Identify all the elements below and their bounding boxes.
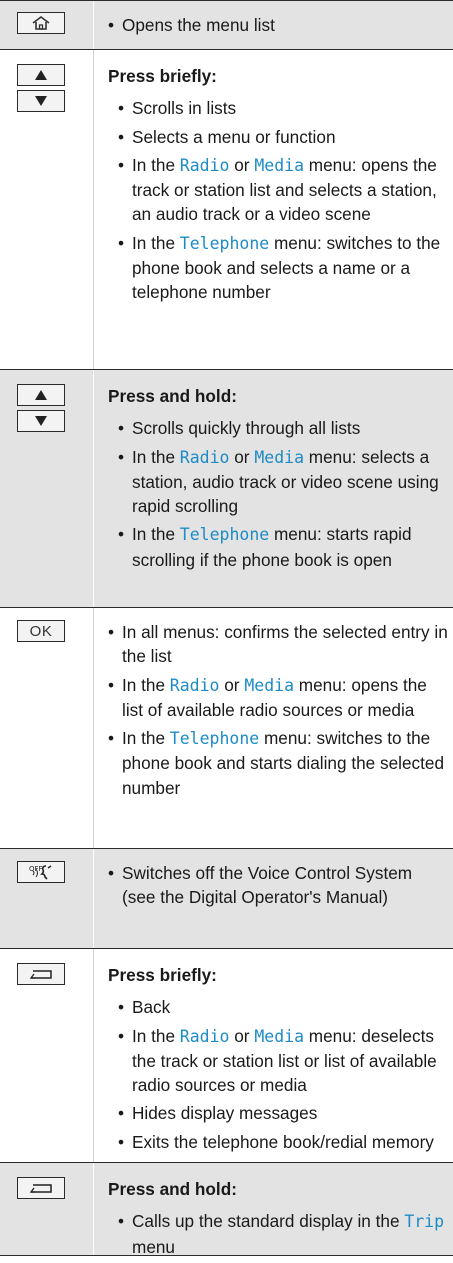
bullet-list: Scrolls in lists Selects a menu or funct… bbox=[108, 96, 448, 304]
menu-name-trip: Trip bbox=[404, 1212, 445, 1232]
row-back-hold: Press and hold: Calls up the standard di… bbox=[0, 1162, 453, 1257]
row-content: In all menus: confirms the selected entr… bbox=[108, 608, 448, 804]
list-item: In the Telephone menu: switches to the p… bbox=[118, 231, 448, 305]
menu-name-telephone: Telephone bbox=[179, 233, 270, 253]
bullet-list: Calls up the standard display in the Tri… bbox=[108, 1209, 448, 1259]
list-item: Opens the menu list bbox=[108, 13, 448, 38]
list-item: In the Radio or Media menu: opens the tr… bbox=[118, 153, 448, 227]
arrow-down-icon bbox=[35, 416, 47, 426]
menu-name-radio: Radio bbox=[179, 1026, 230, 1046]
row-heading: Press briefly: bbox=[108, 965, 217, 985]
back-icon bbox=[29, 970, 52, 979]
svg-text:OFF: OFF bbox=[29, 865, 43, 873]
row-heading: Press briefly: bbox=[108, 66, 217, 86]
row-content: Press briefly: Back In the Radio or Medi… bbox=[108, 949, 448, 1158]
list-item: Switches off the Voice Control System (s… bbox=[108, 861, 448, 910]
menu-name-radio: Radio bbox=[179, 447, 230, 467]
menu-name-radio: Radio bbox=[179, 155, 230, 175]
ok-button-label: OK bbox=[29, 622, 53, 640]
list-item: In the Radio or Media menu: deselects th… bbox=[118, 1024, 448, 1098]
bullet-list: Switches off the Voice Control System (s… bbox=[108, 861, 448, 910]
row-up-down-brief: Press briefly: Scrolls in lists Selects … bbox=[0, 49, 453, 369]
menu-name-telephone: Telephone bbox=[179, 525, 270, 545]
voice-control-off-icon: OFF bbox=[29, 865, 52, 880]
list-item: Exits the telephone book/redial memory bbox=[118, 1130, 448, 1155]
row-ok: OK In all menus: confirms the selected e… bbox=[0, 607, 453, 848]
list-item: In the Telephone menu: switches to the p… bbox=[108, 726, 448, 800]
key-group bbox=[17, 384, 67, 436]
key-group bbox=[17, 1177, 67, 1203]
row-up-down-hold: Press and hold: Scrolls quickly through … bbox=[0, 369, 453, 607]
up-button[interactable] bbox=[17, 64, 65, 86]
bullet-list: Scrolls quickly through all lists In the… bbox=[108, 416, 448, 572]
voice-control-off-button[interactable]: OFF bbox=[17, 861, 65, 883]
arrow-down-icon bbox=[35, 96, 47, 106]
row-heading: Press and hold: bbox=[108, 386, 237, 406]
key-group bbox=[17, 64, 67, 116]
row-content: Opens the menu list bbox=[108, 1, 448, 41]
up-button[interactable] bbox=[17, 384, 65, 406]
home-button[interactable] bbox=[17, 12, 65, 34]
arrow-up-icon bbox=[35, 70, 47, 80]
menu-name-media: Media bbox=[244, 675, 294, 695]
list-item: In all menus: confirms the selected entr… bbox=[108, 620, 448, 669]
list-item: In the Radio or Media menu: opens the li… bbox=[108, 673, 448, 723]
menu-name-telephone: Telephone bbox=[169, 729, 260, 749]
list-item: In the Telephone menu: starts rapid scro… bbox=[118, 522, 448, 572]
down-button[interactable] bbox=[17, 90, 65, 112]
back-button[interactable] bbox=[17, 1177, 65, 1199]
home-icon bbox=[32, 16, 50, 30]
menu-name-media: Media bbox=[254, 1026, 304, 1046]
menu-name-radio: Radio bbox=[169, 675, 220, 695]
key-group bbox=[17, 963, 67, 989]
key-group: OK bbox=[17, 620, 67, 646]
bullet-list: Back In the Radio or Media menu: deselec… bbox=[108, 995, 448, 1154]
bullet-list: In all menus: confirms the selected entr… bbox=[108, 620, 448, 800]
row-content: Press and hold: Calls up the standard di… bbox=[108, 1163, 448, 1263]
key-group bbox=[17, 12, 67, 38]
row-back-brief: Press briefly: Back In the Radio or Medi… bbox=[0, 948, 453, 1162]
bullet-list: Opens the menu list bbox=[108, 13, 448, 38]
list-item: Hides display messages bbox=[118, 1101, 448, 1126]
list-item: Calls up the standard display in the Tri… bbox=[118, 1209, 448, 1259]
list-item: Selects a menu or function bbox=[118, 125, 448, 150]
list-item: Scrolls quickly through all lists bbox=[118, 416, 448, 441]
row-content: Press and hold: Scrolls quickly through … bbox=[108, 370, 448, 576]
row-heading: Press and hold: bbox=[108, 1179, 237, 1199]
list-item: Back bbox=[118, 995, 448, 1020]
back-button[interactable] bbox=[17, 963, 65, 985]
list-item: In the Radio or Media menu: selects a st… bbox=[118, 445, 448, 519]
menu-name-media: Media bbox=[254, 155, 304, 175]
list-item: Scrolls in lists bbox=[118, 96, 448, 121]
row-content: Switches off the Voice Control System (s… bbox=[108, 849, 448, 914]
arrow-up-icon bbox=[35, 390, 47, 400]
back-icon bbox=[29, 1184, 52, 1193]
row-voice-off: OFF Switches off the Voice Control Syste… bbox=[0, 848, 453, 948]
key-group: OFF bbox=[17, 861, 67, 887]
row-content: Press briefly: Scrolls in lists Selects … bbox=[108, 50, 448, 309]
down-button[interactable] bbox=[17, 410, 65, 432]
row-home: Opens the menu list bbox=[0, 0, 453, 49]
menu-name-media: Media bbox=[254, 447, 304, 467]
ok-button[interactable]: OK bbox=[17, 620, 65, 642]
